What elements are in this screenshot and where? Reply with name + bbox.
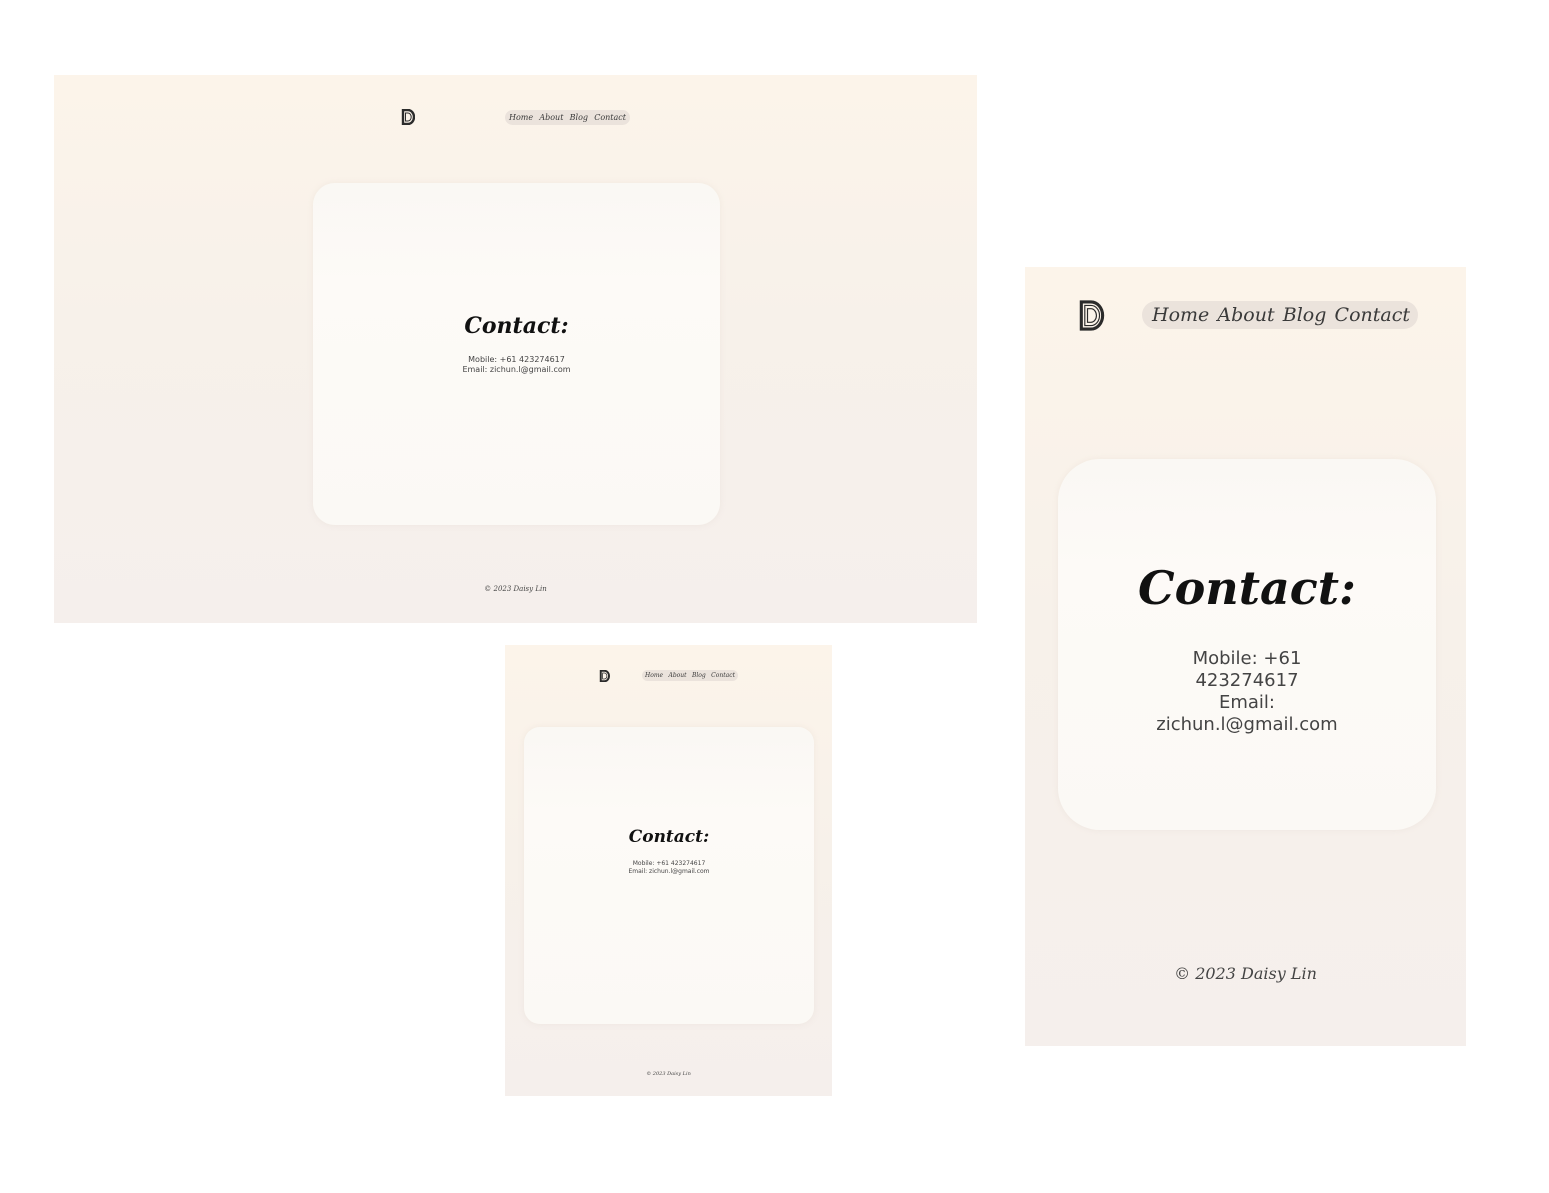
footer-copyright: © 2023 Daisy Lin — [646, 1071, 691, 1077]
nav-bar: Home About Blog Contact — [505, 110, 630, 125]
email-value[interactable]: zichun.l@gmail.com — [1058, 714, 1436, 736]
contact-card: Contact: Mobile: +61 423274617 Email: zi… — [524, 727, 814, 1024]
contact-info: Mobile: +61 423274617 Email: zichun.l@gm… — [1058, 648, 1436, 736]
nav-item-about[interactable]: About — [669, 672, 687, 679]
logo-icon[interactable] — [599, 670, 610, 682]
contact-card: Contact: Mobile: +61 423274617 Email: zi… — [313, 183, 720, 525]
mobile-text: Mobile: +61 423274617 — [632, 860, 706, 867]
mobile-view: Home About Blog Contact Contact: Mobile:… — [1025, 267, 1466, 1046]
contact-heading: Contact: — [1137, 561, 1357, 615]
email-text[interactable]: Email: zichun.l@gmail.com — [313, 365, 720, 375]
contact-heading: Contact: — [464, 313, 569, 339]
contact-info: Mobile: +61 423274617 Email: zichun.l@gm… — [313, 355, 720, 375]
footer-copyright: © 2023 Daisy Lin — [484, 585, 547, 593]
desktop-view: Home About Blog Contact Contact: Mobile:… — [54, 75, 977, 623]
logo-icon[interactable] — [1077, 300, 1105, 331]
nav-item-home[interactable]: Home — [509, 113, 533, 122]
nav-item-blog[interactable]: Blog — [570, 113, 588, 122]
nav-bar: Home About Blog Contact — [642, 670, 738, 681]
nav-item-contact[interactable]: Contact — [594, 113, 626, 122]
nav-item-blog[interactable]: Blog — [692, 672, 706, 679]
logo-icon[interactable] — [401, 109, 415, 125]
nav-item-home[interactable]: Home — [645, 672, 663, 679]
nav-item-about[interactable]: About — [1217, 304, 1274, 326]
contact-info: Mobile: +61 423274617 Email: zichun.l@gm… — [524, 860, 814, 876]
mobile-text: Mobile: +61 423274617 — [468, 355, 565, 364]
mobile-number: 423274617 — [1195, 670, 1299, 691]
email-label: Email: — [1218, 692, 1275, 713]
nav-item-blog[interactable]: Blog — [1283, 304, 1327, 326]
mobile-label: Mobile: +61 — [1192, 648, 1302, 669]
nav-item-about[interactable]: About — [539, 113, 563, 122]
footer-copyright: © 2023 Daisy Lin — [1174, 964, 1317, 983]
nav-item-home[interactable]: Home — [1152, 304, 1209, 326]
nav-bar: Home About Blog Contact — [1142, 301, 1418, 329]
tablet-view: Home About Blog Contact Contact: Mobile:… — [505, 645, 832, 1096]
nav-item-contact[interactable]: Contact — [711, 672, 735, 679]
nav-item-contact[interactable]: Contact — [1335, 304, 1410, 326]
email-text[interactable]: Email: zichun.l@gmail.com — [524, 868, 814, 876]
contact-card: Contact: Mobile: +61 423274617 Email: zi… — [1058, 459, 1436, 830]
contact-heading: Contact: — [628, 827, 710, 847]
